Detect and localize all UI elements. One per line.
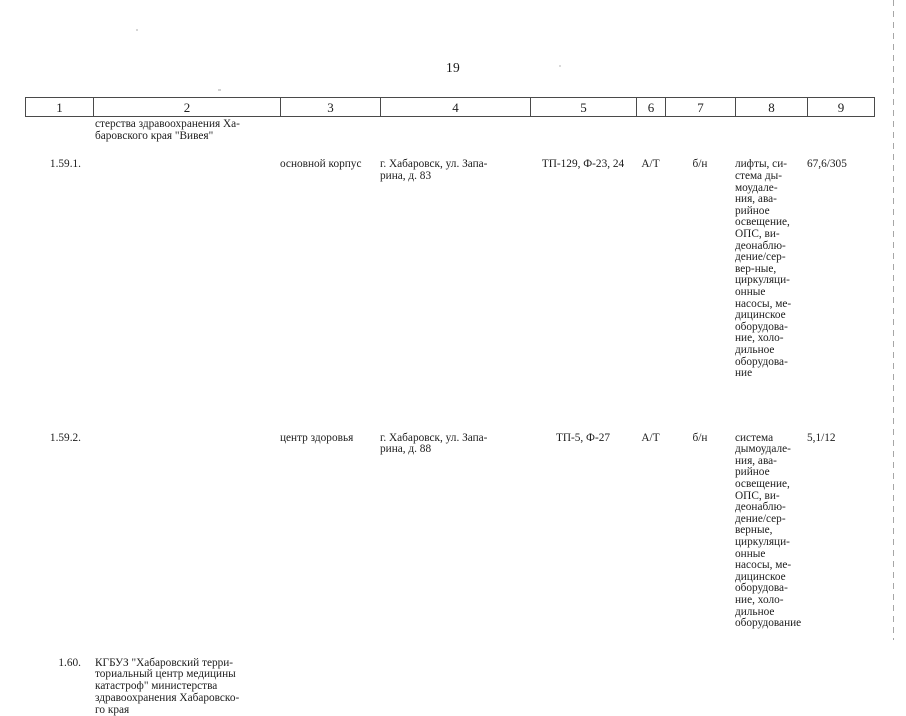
text-line: ние, холо- <box>735 594 784 606</box>
scan-speck-artifact <box>136 29 138 31</box>
table-row-continuation: стерства здравоохранения Ха-баровского к… <box>25 118 875 142</box>
text-line: стерства здравоохранения Ха- <box>95 118 240 130</box>
text-line: центр здоровья <box>280 431 354 444</box>
scan-edge-artifact-line <box>893 0 894 640</box>
text-line: основной корпус <box>280 158 362 171</box>
row-cell-col8: система дымоудале-ния, ава-рийное освещени… <box>735 432 807 630</box>
table-column-number-row: 1 2 3 4 5 6 7 8 9 <box>25 97 875 117</box>
row-cell-col4: г. Хабаровск, ул. Запа-рина, д. 83 <box>380 159 530 182</box>
text-line: дение/сер- <box>735 251 786 264</box>
text-line: А/Т <box>641 431 660 444</box>
text-line: рина, д. 83 <box>380 170 432 183</box>
text-line: циркуляци- <box>735 536 790 549</box>
text-line: онные <box>735 285 766 298</box>
row-cell-col9: 67,6/305 <box>807 159 873 171</box>
scan-speck-artifact <box>218 89 221 91</box>
page-number: 19 <box>445 60 461 75</box>
text-line: б/н <box>692 431 708 444</box>
text-line: го края <box>95 703 130 716</box>
row-cell-col4: г. Хабаровск, ул. Запа-рина, д. 88 <box>380 432 530 456</box>
text-line: б/н <box>692 158 708 171</box>
text-line: ТП-129, Ф-23, 24 <box>541 158 625 171</box>
row-cell-col3: основной корпус <box>280 159 380 171</box>
text-line: освещение, <box>735 478 790 491</box>
row-cell-col5: ТП-5, Ф-27 <box>530 431 636 445</box>
text-line: дицинское <box>735 309 786 322</box>
table-row: 1.59.1. основной корпус г. Хабаровск, ул… <box>25 159 875 379</box>
text-line: здравоохранения Хабаровско- <box>95 691 240 704</box>
row-cell-col1: 1.60. <box>58 656 81 669</box>
row-cell-col1: 1.59.2. <box>49 431 81 444</box>
row-cell-col7: б/н <box>665 159 735 171</box>
column-number-cell-6: 6 <box>637 98 666 116</box>
text-line: ториальный центр медицины <box>95 668 236 681</box>
row-cell-col5: ТП-129, Ф-23, 24 <box>530 159 636 171</box>
row-cell-col7: б/н <box>665 431 735 445</box>
column-number-cell-4: 4 <box>381 98 531 116</box>
column-number-cell-9: 9 <box>837 99 845 115</box>
column-number-cell-5: 5 <box>531 98 637 116</box>
text-line: катастроф" министерства <box>95 680 218 693</box>
column-number-cell-7: 7 <box>666 98 736 116</box>
row-cell-col1: 1.59.1. <box>49 158 81 171</box>
text-line: 5,1/12 <box>807 431 836 444</box>
row-cell-col8: лифты, си-стема ды-моудале-ния, ава-рийн… <box>735 159 807 379</box>
row-cell-col9: 5,1/12 <box>807 431 873 445</box>
row-cell-col2: КГБУЗ "Хабаровский терри-ториальный цент… <box>93 656 280 716</box>
table-row: 1.59.2. центр здоровья г. Хабаровск, ул.… <box>25 431 875 630</box>
column-number-cell-3: 3 <box>281 98 381 116</box>
text-line: КГБУЗ "Хабаровский терри- <box>95 656 234 669</box>
table-row: 1.60. КГБУЗ "Хабаровский терри-ториальны… <box>25 656 875 716</box>
document-table: 1 2 3 4 5 6 7 8 9 стерства здравоохранен… <box>25 97 875 716</box>
row-cell-col3: центр здоровья <box>280 431 380 445</box>
text-line: А/Т <box>641 158 660 171</box>
text-line: баровского края "Вивея" <box>95 129 214 142</box>
text-line: оборудование <box>735 617 802 630</box>
text-line: ТП-5, Ф-27 <box>555 431 611 444</box>
row-cell-col6: А/Т <box>636 431 665 445</box>
column-number-cell-8: 8 <box>736 98 808 116</box>
row-cell-col6: А/Т <box>636 159 665 171</box>
column-number-cell-2: 2 <box>94 98 281 116</box>
text-line: стема ды- <box>735 170 782 182</box>
text-line: 67,6/305 <box>807 158 847 171</box>
text-line: рина, д. 88 <box>380 443 432 456</box>
column-number-cell-1: 1 <box>26 98 94 116</box>
text-line: ОПС, ви- <box>735 227 780 240</box>
text-line: дильное <box>735 343 775 356</box>
text-line: ние <box>735 367 753 380</box>
continuation-cell-col2: стерства здравоохранения Ха-баровского к… <box>93 118 280 142</box>
